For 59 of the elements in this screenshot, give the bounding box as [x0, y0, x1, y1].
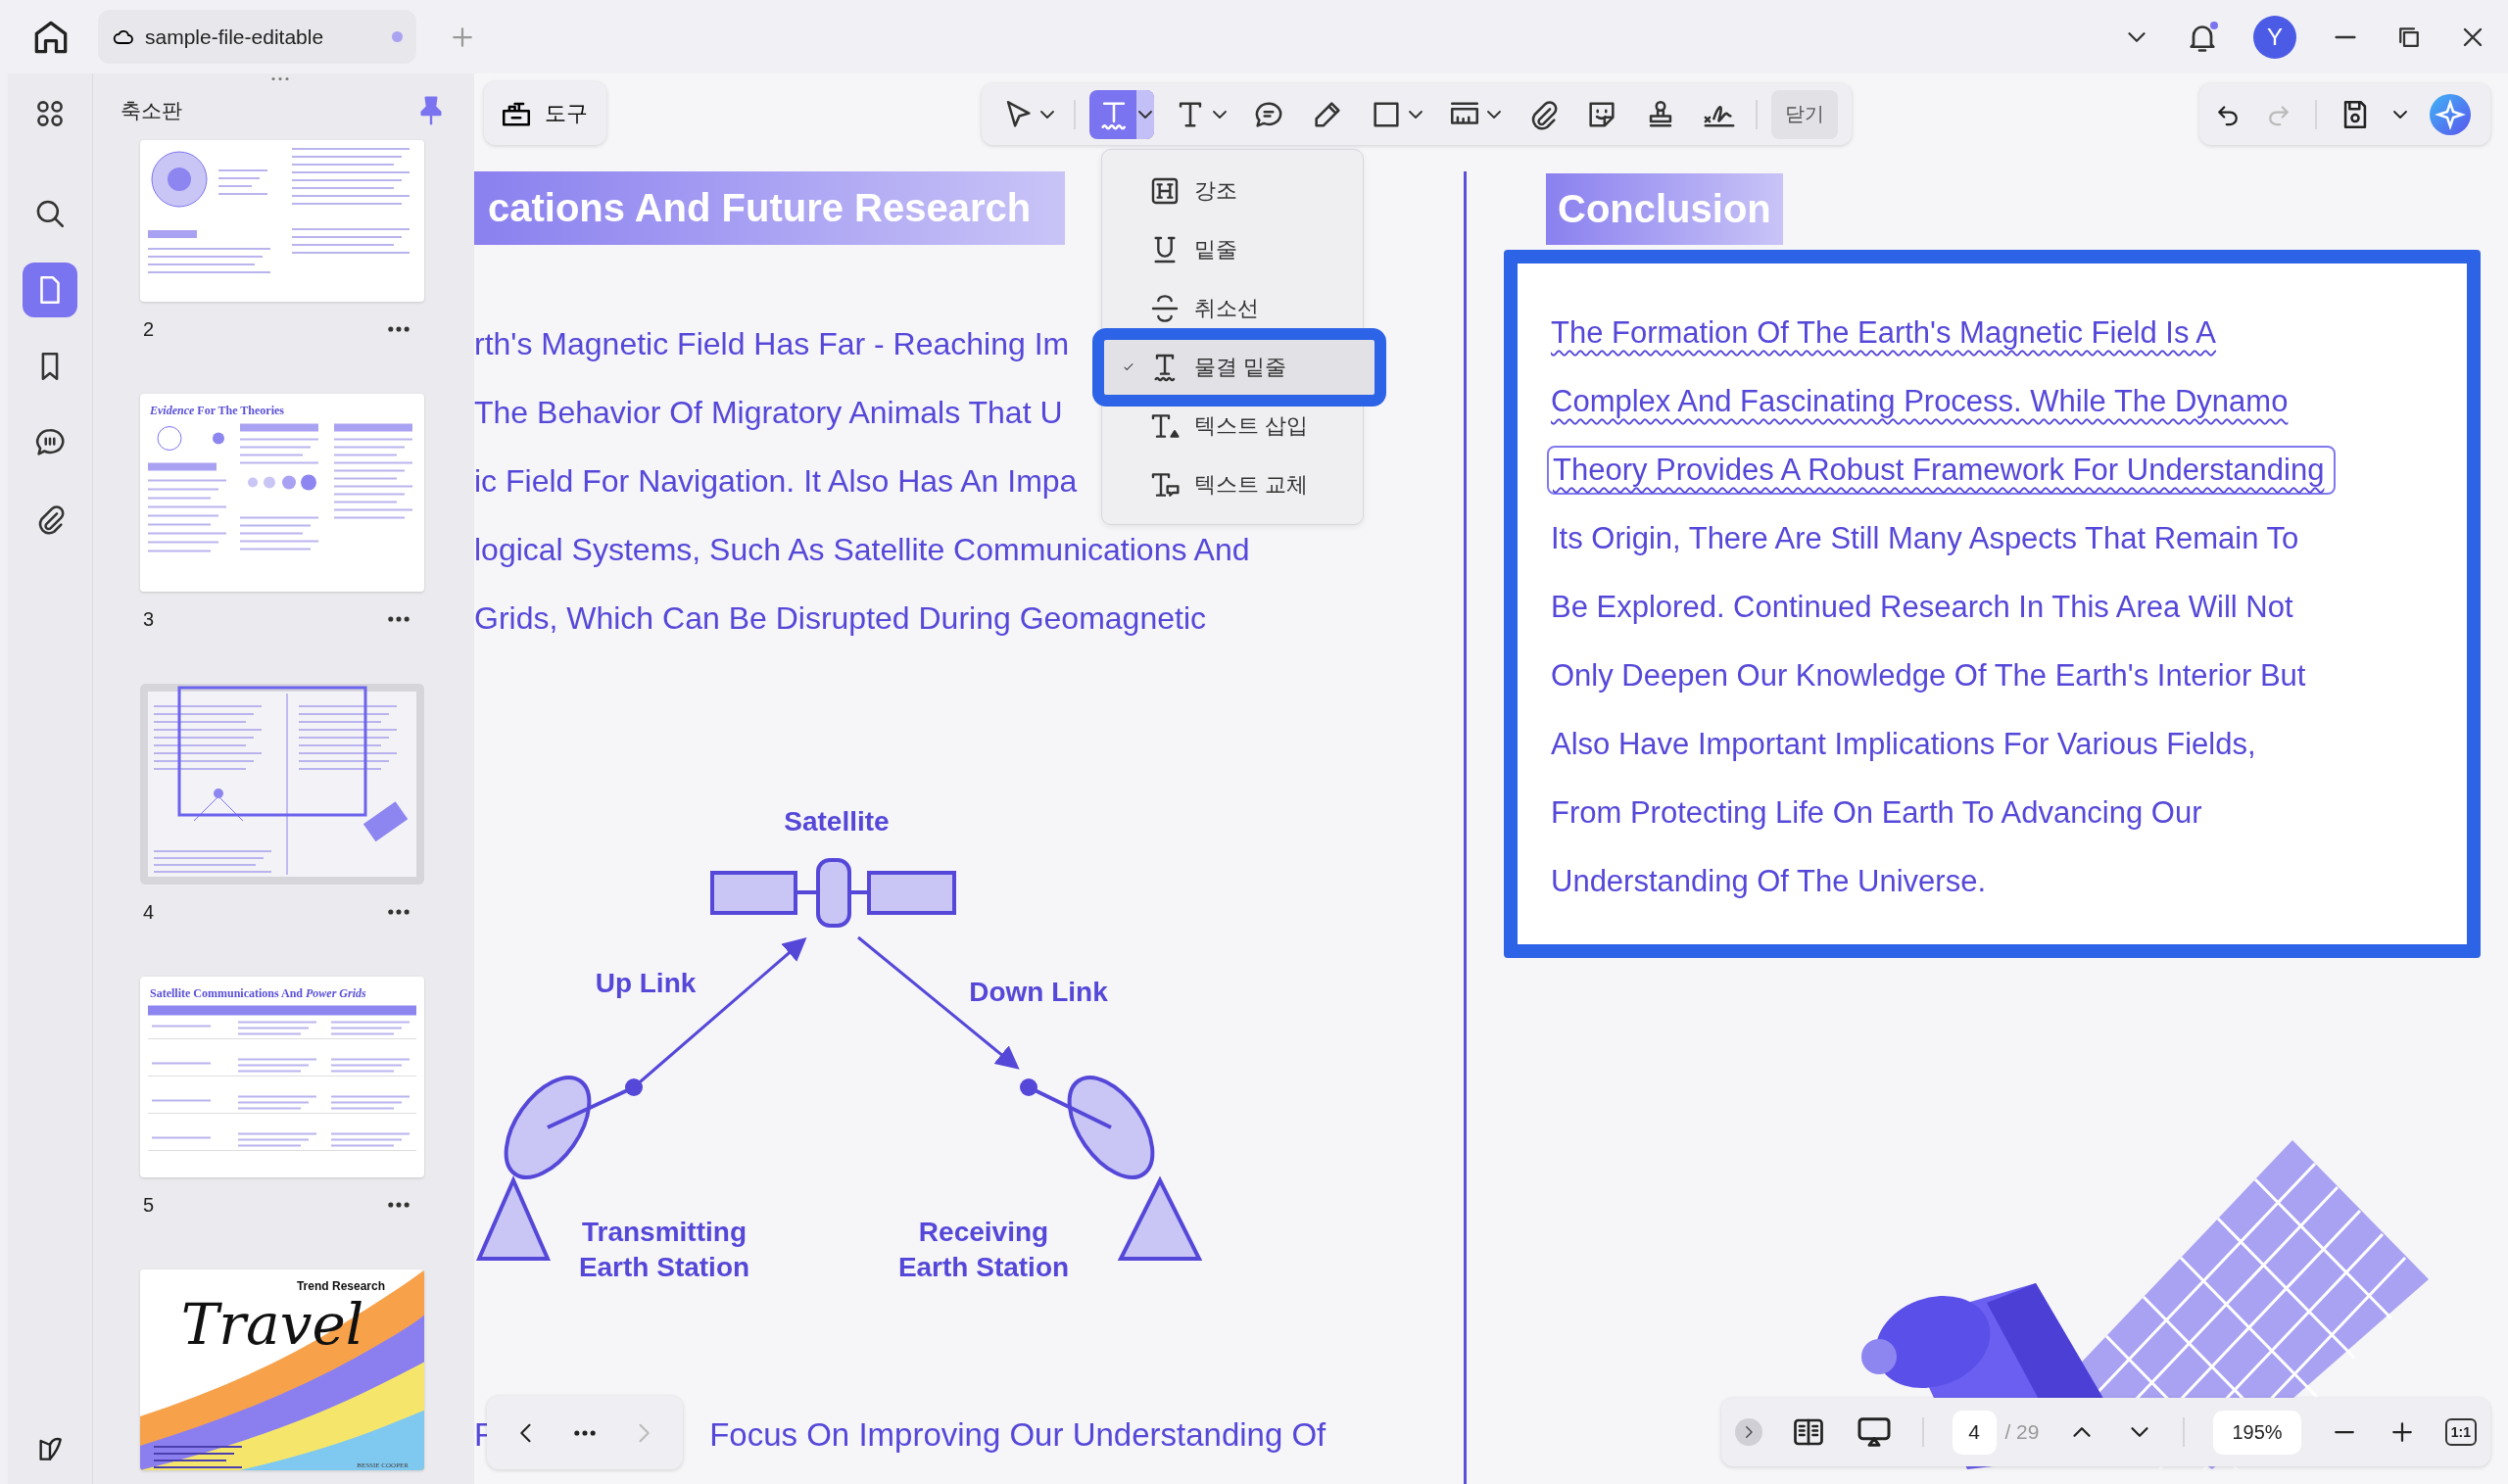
menu-item[interactable]: 텍스트 교체	[1102, 455, 1363, 514]
page-thumbnail[interactable]	[140, 140, 424, 302]
menu-item[interactable]: 취소선	[1102, 279, 1363, 338]
caret-icon	[1138, 110, 1152, 119]
body-text-line: ic Field For Navigation. It Also Has An Impa	[474, 462, 1078, 501]
assistant-logo-icon[interactable]	[2429, 92, 2472, 136]
section-heading: Conclusion	[1546, 173, 1783, 245]
diagram-label: Satellite	[784, 806, 890, 837]
diagram-label: Down Link	[969, 977, 1108, 1007]
body-text-line: Complex And Fascinating Process. While The Dynamo	[1551, 383, 2289, 420]
body-text-line: From Protecting Life On Earth To Advancing Our	[1551, 794, 2202, 832]
menu-item[interactable]: 강조	[1102, 162, 1363, 220]
body-text-line: Only Deepen Our Knowledge Of The Earth's Interior But	[1551, 657, 2306, 694]
body-text-line: Understanding Of The Universe.	[1551, 863, 1986, 900]
file-tab[interactable]: sample-file-editable	[98, 10, 416, 64]
page-thumbnail[interactable]: Evidence For The Theories	[140, 394, 424, 592]
page-thumbnail[interactable]	[140, 684, 424, 885]
caret-icon	[1487, 110, 1501, 119]
drag-handle-icon[interactable]	[269, 76, 291, 81]
body-text-line: Grids, Which Can Be Disrupted During Geomagnetic	[474, 599, 1206, 638]
caret-icon[interactable]	[2393, 110, 2407, 119]
caret-icon	[1213, 110, 1227, 119]
thumbnail-title: Evidence For The Theories	[149, 403, 285, 418]
page-number: 2	[143, 317, 156, 341]
body-text-line: Also Have Important Implications For Various Fields,	[1551, 726, 2256, 763]
page-input[interactable]: 4	[1952, 1410, 1997, 1455]
diagram-label: Receiving	[918, 1217, 1049, 1247]
highlight-icon	[1149, 175, 1181, 207]
cover-subtitle: Trend Research	[296, 1279, 385, 1293]
actual-size-button[interactable]: 1:1	[2444, 1418, 2477, 1446]
close-button[interactable]: 닫기	[1771, 89, 1838, 139]
user-avatar[interactable]: Y	[2253, 15, 2296, 59]
diagram-label: Transmitting	[582, 1217, 747, 1247]
caret-icon	[1040, 110, 1054, 119]
page-thumbnail[interactable]: Satellite Communications And Power Grids	[140, 977, 424, 1177]
page-number: 3	[143, 607, 156, 631]
page-number: 5	[143, 1193, 156, 1217]
body-text-line: Be Explored. Continued Research In This Area Will Not	[1551, 589, 2293, 626]
page-number: 4	[143, 900, 156, 924]
menu-item[interactable]: 텍스트 삽입	[1102, 397, 1363, 455]
tab-label: sample-file-editable	[145, 24, 325, 49]
page-total: / 29	[2004, 1420, 2040, 1444]
body-text-line: The Formation Of The Earth's Magnetic Field Is A	[1551, 314, 2217, 352]
tools-button[interactable]: 도구	[484, 81, 606, 145]
zoom-field[interactable]: 195%	[2213, 1410, 2302, 1455]
caret-icon	[1409, 110, 1423, 119]
section-heading: cations And Future Research	[474, 171, 1065, 245]
diagram-label: Earth Station	[578, 1252, 750, 1282]
body-text-line: Focus On Improving Our Understanding Of	[709, 1415, 1326, 1455]
diagram-label: Earth Station	[897, 1252, 1070, 1282]
menu-item[interactable]: 밑줄	[1102, 220, 1363, 279]
panel-title: 축소판	[121, 98, 183, 123]
diagram-label: Up Link	[595, 968, 697, 998]
body-text-line: The Behavior Of Migratory Animals That U	[474, 394, 1063, 432]
strikethrough-icon	[1149, 293, 1181, 324]
body-text-line: rth's Magnetic Field Has Far - Reaching Im	[474, 325, 1070, 363]
thumbnail-title: Satellite Communications And Power Grids	[149, 985, 367, 1001]
body-text-line: logical Systems, Such As Satellite Communications And	[474, 531, 1250, 569]
body-text-line: Its Origin, There Are Still Many Aspects That Remain To	[1551, 520, 2299, 557]
